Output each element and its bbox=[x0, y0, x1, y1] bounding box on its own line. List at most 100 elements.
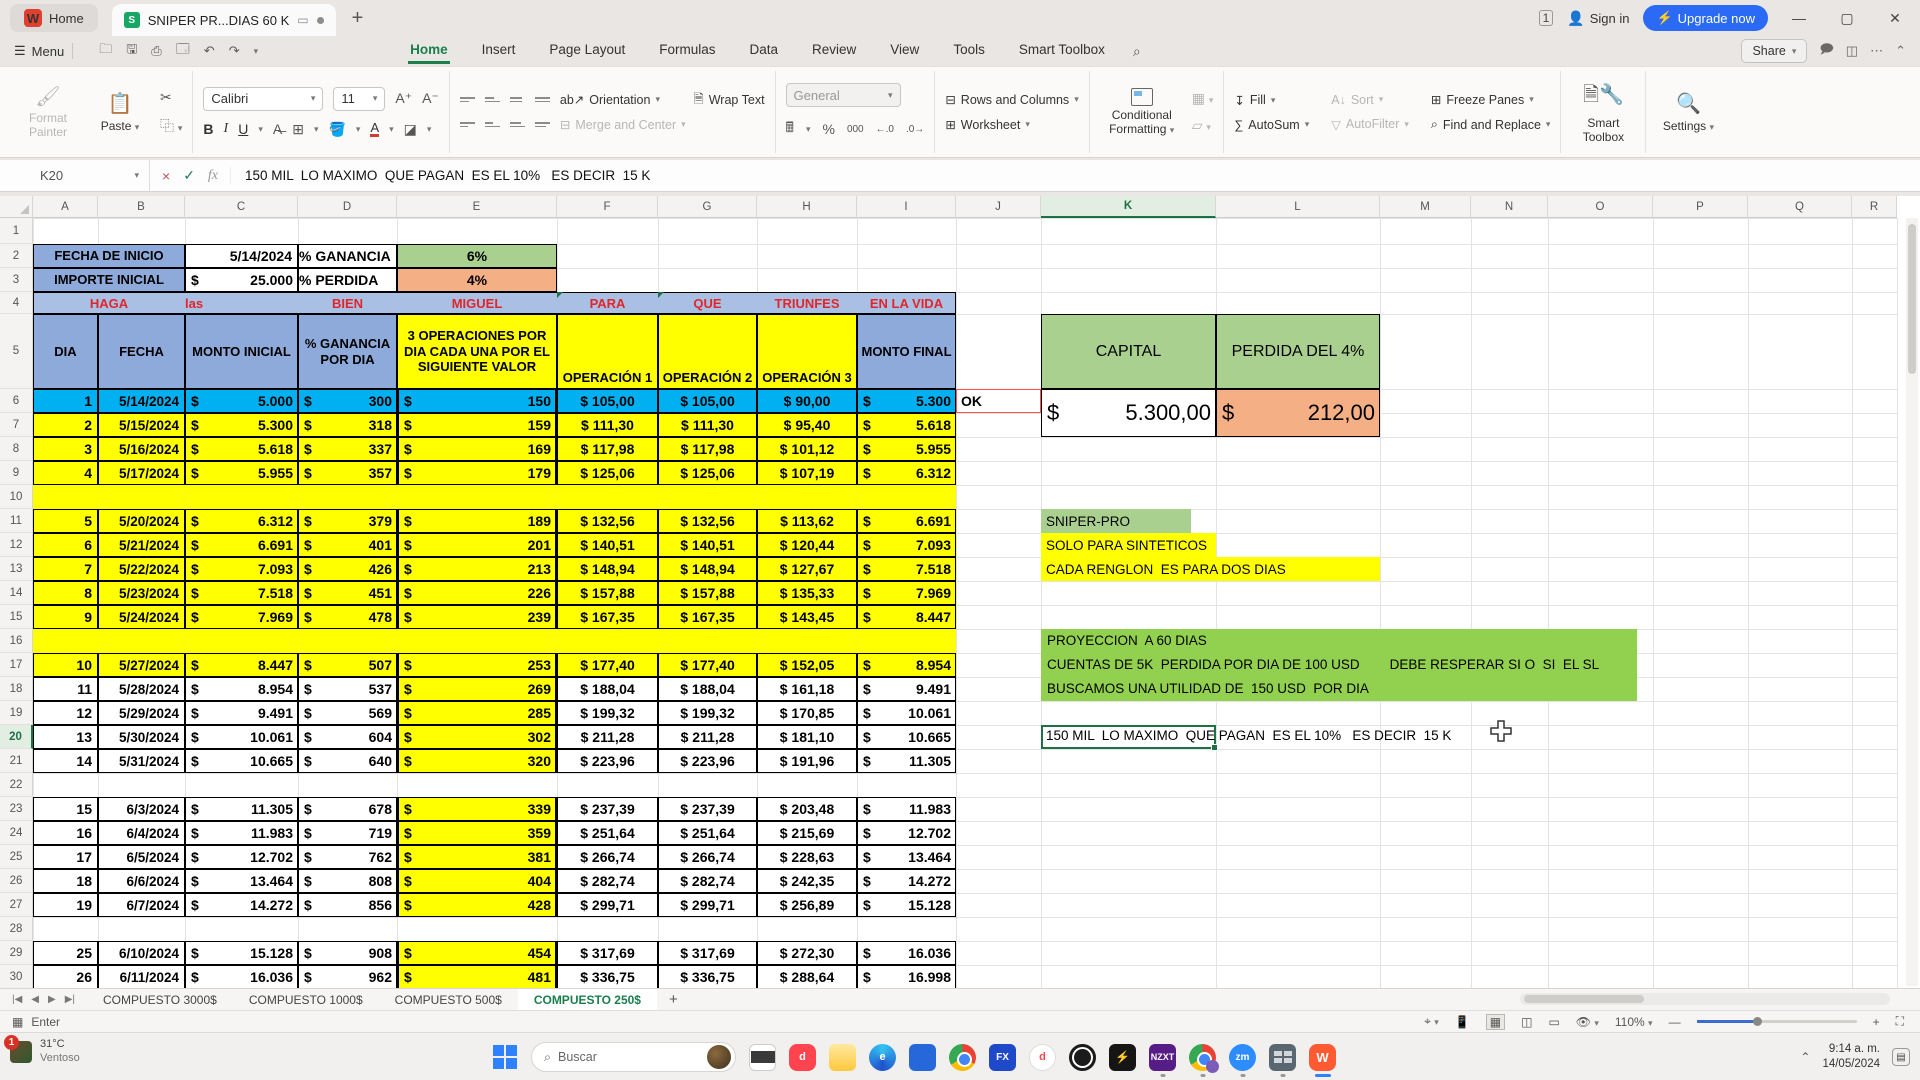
worksheet-button[interactable]: ⊞Worksheet▾ bbox=[945, 117, 1078, 132]
cell-operacion1-r18[interactable]: $ 188,04 bbox=[557, 677, 658, 701]
cell-operacion1-r27[interactable]: $ 299,71 bbox=[557, 893, 658, 917]
column-title-5[interactable]: 3 OPERACIONES POR DIA CADA UNA POR EL SI… bbox=[397, 314, 557, 389]
cell-fecha-r29[interactable]: 6/10/2024 bbox=[98, 941, 185, 965]
cell-monto-final-r27[interactable]: $15.128 bbox=[857, 893, 956, 917]
cell-dia-r8[interactable]: 3 bbox=[33, 437, 98, 461]
row-header-2[interactable]: 2 bbox=[0, 244, 33, 268]
note-sniper-pro[interactable]: SNIPER-PRO bbox=[1041, 509, 1191, 533]
font-size-select[interactable]: 11▾ bbox=[333, 87, 385, 111]
cell-operacion2-r9[interactable]: $ 125,06 bbox=[658, 461, 757, 485]
add-sheet-button[interactable]: + bbox=[657, 991, 690, 1008]
row-header-5[interactable]: 5 bbox=[0, 314, 33, 389]
cell-operacion3-r21[interactable]: $ 191,96 bbox=[757, 749, 857, 773]
cell-operacion-valor-r27[interactable]: $428 bbox=[397, 893, 557, 917]
cell-ganancia-dia-r26[interactable]: $808 bbox=[298, 869, 397, 893]
cell-monto-final-r20[interactable]: $10.665 bbox=[857, 725, 956, 749]
row-header-10[interactable]: 10 bbox=[0, 485, 33, 509]
zoom-level-label[interactable]: 110% ▾ bbox=[1615, 1015, 1653, 1029]
settings-button[interactable]: 🔍 Settings ▾ bbox=[1656, 91, 1720, 133]
bold-button[interactable]: B bbox=[203, 121, 213, 137]
cell-operacion1-r14[interactable]: $ 157,88 bbox=[557, 581, 658, 605]
cell-ganancia-dia-r15[interactable]: $478 bbox=[298, 605, 397, 629]
column-header-F[interactable]: F bbox=[557, 196, 658, 218]
fill-button[interactable]: ↧Fill▾ bbox=[1234, 93, 1309, 108]
cell-monto-final-r21[interactable]: $11.305 bbox=[857, 749, 956, 773]
underline-button[interactable]: U bbox=[238, 121, 248, 137]
column-header-L[interactable]: L bbox=[1216, 196, 1380, 218]
weather-widget[interactable]: 1 31°C Ventoso bbox=[10, 1038, 80, 1066]
format-painter-button[interactable]: 🖌 Format Painter bbox=[16, 84, 80, 140]
currency-icon[interactable]: 🖩 bbox=[786, 117, 794, 141]
cell-monto-inicial-r26[interactable]: $13.464 bbox=[185, 869, 298, 893]
cell-monto-inicial-r14[interactable]: $7.518 bbox=[185, 581, 298, 605]
cell-operacion-valor-r25[interactable]: $381 bbox=[397, 845, 557, 869]
cell-monto-final-r12[interactable]: $7.093 bbox=[857, 533, 956, 557]
calculator-app-icon[interactable] bbox=[1269, 1044, 1296, 1071]
fx-choice-app-icon[interactable]: FX bbox=[989, 1044, 1016, 1071]
presentation-badge-icon[interactable]: 1 bbox=[1539, 10, 1554, 26]
cell-operacion1-r6[interactable]: $ 105,00 bbox=[557, 389, 658, 413]
print-preview-icon[interactable]: 🗔 bbox=[176, 40, 190, 62]
column-title-8[interactable]: OPERACIÓN 3 bbox=[757, 314, 857, 389]
cell-operacion-valor-r15[interactable]: $239 bbox=[397, 605, 557, 629]
conditional-formatting-button[interactable]: Conditional Formatting ▾ bbox=[1100, 88, 1184, 137]
cell-monto-inicial-r9[interactable]: $5.955 bbox=[185, 461, 298, 485]
selected-cell-k20[interactable]: 150 MIL LO MAXIMO QUE PAGAN ES EL 10% ES… bbox=[1041, 725, 1216, 749]
cell-fecha-r7[interactable]: 5/15/2024 bbox=[98, 413, 185, 437]
increase-decimal-icon[interactable]: .0→ bbox=[906, 124, 924, 135]
nzxt-app-icon[interactable]: NZXT bbox=[1149, 1044, 1176, 1071]
cell-operacion2-r25[interactable]: $ 266,74 bbox=[658, 845, 757, 869]
mt-app-icon[interactable]: ⚡ bbox=[1109, 1044, 1136, 1071]
cell-fecha-r23[interactable]: 6/3/2024 bbox=[98, 797, 185, 821]
tab-view[interactable]: View bbox=[888, 38, 921, 64]
zoom-slider[interactable] bbox=[1697, 1020, 1857, 1023]
thousands-icon[interactable]: 000 bbox=[847, 124, 864, 135]
cell-monto-final-r26[interactable]: $14.272 bbox=[857, 869, 956, 893]
taskbar-search[interactable]: ⌕ Buscar bbox=[531, 1042, 736, 1072]
reading-mode-icon[interactable]: 👁 ▾ bbox=[1576, 1015, 1599, 1029]
cell-fecha-r27[interactable]: 6/7/2024 bbox=[98, 893, 185, 917]
row-header-12[interactable]: 12 bbox=[0, 533, 33, 557]
save-icon[interactable]: 🖫 bbox=[126, 40, 137, 62]
cell-monto-final-r8[interactable]: $5.955 bbox=[857, 437, 956, 461]
cell-operacion3-r27[interactable]: $ 256,89 bbox=[757, 893, 857, 917]
column-title-1[interactable]: DIA bbox=[33, 314, 98, 389]
row-header-6[interactable]: 6 bbox=[0, 389, 33, 413]
sheet-tab-compuesto-500-[interactable]: COMPUESTO 500$ bbox=[379, 989, 518, 1010]
smart-toolbox-button[interactable]: 🗎🔧 Smart Toolbox bbox=[1571, 80, 1635, 145]
cell-fecha-r21[interactable]: 5/31/2024 bbox=[98, 749, 185, 773]
row-header-23[interactable]: 23 bbox=[0, 797, 33, 821]
cell-operacion1-r25[interactable]: $ 266,74 bbox=[557, 845, 658, 869]
column-header-C[interactable]: C bbox=[185, 196, 298, 218]
cell-operacion1-r30[interactable]: $ 336,75 bbox=[557, 965, 658, 988]
page-layout-view-icon[interactable]: ◫ bbox=[1521, 1015, 1532, 1029]
capital-header[interactable]: CAPITAL bbox=[1041, 314, 1216, 389]
font-name-select[interactable]: Calibri▾ bbox=[203, 87, 323, 111]
find-replace-button[interactable]: ⌕Find and Replace▾ bbox=[1431, 117, 1551, 132]
orientation-button[interactable]: ab↗Orientation▾ bbox=[560, 92, 660, 107]
italic-button[interactable]: I bbox=[224, 121, 229, 137]
cell-fecha-inicio-value[interactable]: 5/14/2024 bbox=[185, 244, 298, 268]
cell-operacion2-r30[interactable]: $ 336,75 bbox=[658, 965, 757, 988]
cell-ganancia-dia-r11[interactable]: $379 bbox=[298, 509, 397, 533]
wps-app-icon[interactable]: W bbox=[1309, 1044, 1336, 1071]
collapse-ribbon-icon[interactable]: ⌃ bbox=[1895, 43, 1906, 59]
tab-review[interactable]: Review bbox=[810, 38, 858, 64]
cell-monto-final-r30[interactable]: $16.998 bbox=[857, 965, 956, 988]
cell-monto-inicial-r7[interactable]: $5.300 bbox=[185, 413, 298, 437]
sort-button[interactable]: A↓Sort▾ bbox=[1331, 93, 1409, 107]
zoom-app-icon[interactable]: zm bbox=[1229, 1044, 1256, 1071]
cell-operacion2-r15[interactable]: $ 167,35 bbox=[658, 605, 757, 629]
cell-dia-r14[interactable]: 8 bbox=[33, 581, 98, 605]
cell-dia-r26[interactable]: 18 bbox=[33, 869, 98, 893]
cell-operacion-valor-r6[interactable]: $150 bbox=[397, 389, 557, 413]
projection-block[interactable]: PROYECCION A 60 DIAS CUENTAS DE 5K PERDI… bbox=[1041, 629, 1637, 701]
cell-operacion1-r20[interactable]: $ 211,28 bbox=[557, 725, 658, 749]
cell-operacion-valor-r26[interactable]: $404 bbox=[397, 869, 557, 893]
cell-operacion-valor-r29[interactable]: $454 bbox=[397, 941, 557, 965]
deriv-app-icon[interactable]: d bbox=[789, 1044, 816, 1071]
cell-fecha-r12[interactable]: 5/21/2024 bbox=[98, 533, 185, 557]
column-header-I[interactable]: I bbox=[857, 196, 956, 218]
cell-monto-final-r7[interactable]: $5.618 bbox=[857, 413, 956, 437]
tab-home[interactable]: Home bbox=[408, 38, 450, 64]
